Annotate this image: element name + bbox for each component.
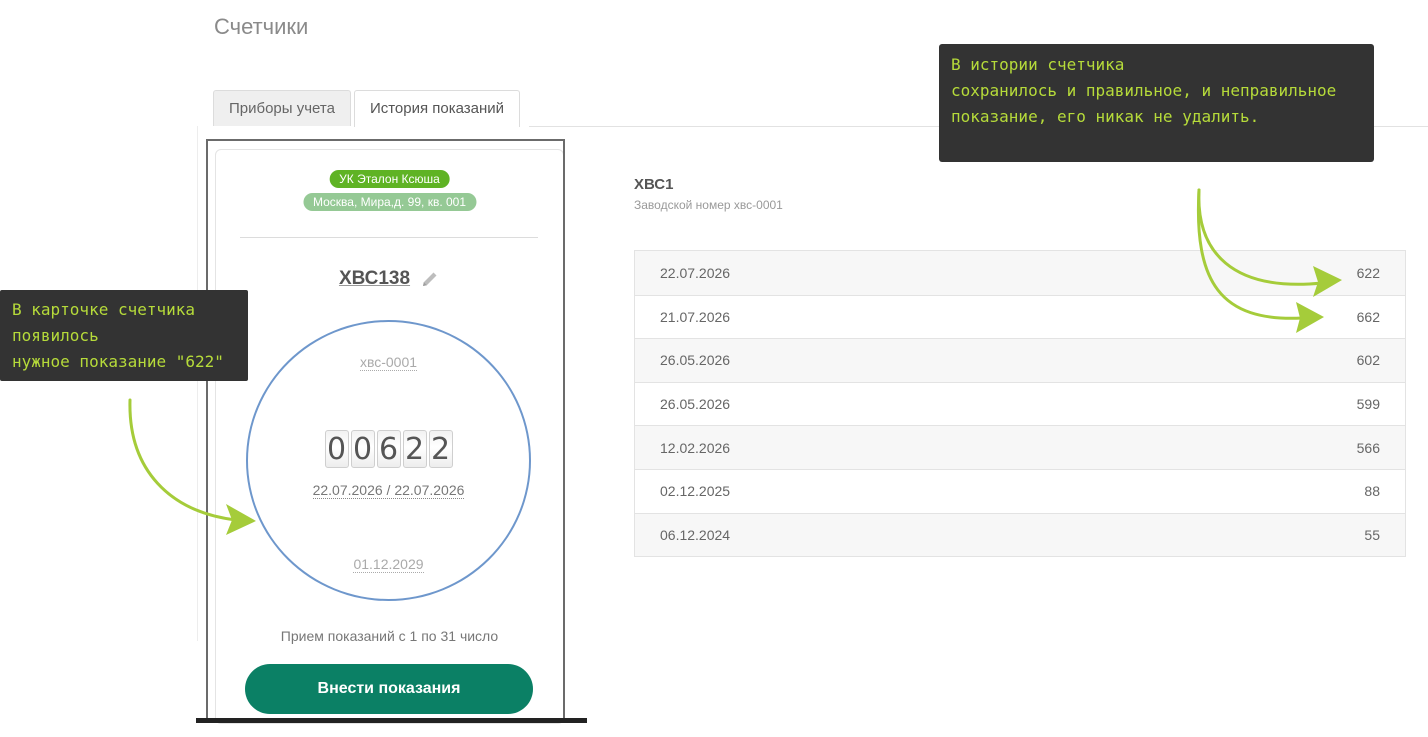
- row-date: 21.07.2026: [660, 308, 731, 325]
- row-value: 566: [1356, 439, 1380, 456]
- row-value: 599: [1356, 396, 1380, 413]
- row-date: 26.05.2026: [660, 396, 731, 413]
- row-value: 622: [1356, 264, 1380, 281]
- row-value: 55: [1364, 526, 1380, 543]
- row-value: 662: [1356, 308, 1380, 325]
- table-row: 26.05.2026 602: [635, 338, 1405, 382]
- tab-reading-history[interactable]: История показаний: [353, 90, 521, 127]
- history-table: 22.07.2026 622 21.07.2026 662 26.05.2026…: [634, 250, 1406, 558]
- table-row: 21.07.2026 662: [635, 294, 1405, 339]
- row-date: 22.07.2026: [660, 264, 731, 281]
- history-factory-number: Заводской номер хвс-0001: [634, 198, 783, 212]
- page-title: Счетчики: [214, 14, 309, 39]
- row-value: 88: [1364, 483, 1380, 500]
- left-annotation-note: В карточке счетчика появилось нужное пок…: [0, 290, 248, 381]
- row-value: 602: [1356, 352, 1380, 369]
- row-date: 06.12.2024: [660, 526, 731, 543]
- table-row: 22.07.2026 622: [635, 251, 1405, 295]
- highlight-frame: [206, 139, 565, 721]
- content-divider: [197, 126, 198, 641]
- row-date: 12.02.2026: [660, 439, 731, 456]
- row-date: 02.12.2025: [660, 483, 731, 500]
- table-row: 06.12.2024 55: [635, 512, 1405, 557]
- table-row: 26.05.2026 599: [635, 381, 1405, 426]
- bottom-bar: [196, 718, 587, 723]
- table-row: 12.02.2026 566: [635, 425, 1405, 469]
- row-date: 26.05.2026: [660, 352, 731, 369]
- right-annotation-note: В истории счетчика сохранилось и правиль…: [939, 44, 1374, 162]
- table-row: 02.12.2025 88: [635, 468, 1405, 513]
- tab-devices[interactable]: Приборы учета: [213, 90, 351, 126]
- history-meter-title: ХВС1: [634, 176, 674, 193]
- tabs: Приборы учета История показаний: [213, 90, 523, 127]
